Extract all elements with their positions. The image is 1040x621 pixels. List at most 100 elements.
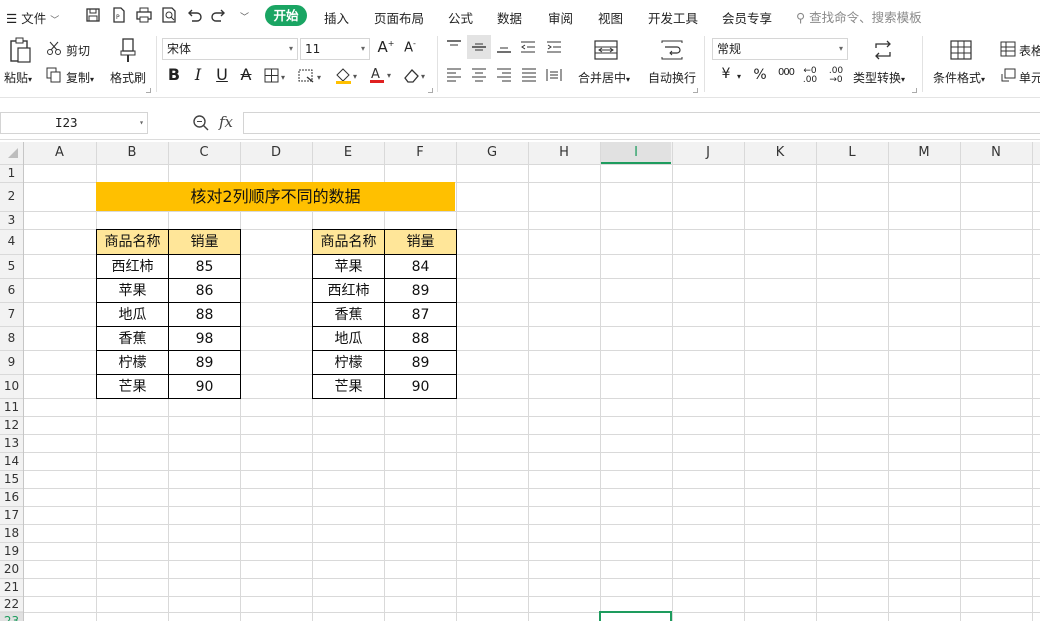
- paste-button[interactable]: 粘贴▾: [4, 69, 32, 86]
- table-cell[interactable]: 柠檬: [96, 350, 169, 375]
- column-header-k[interactable]: K: [744, 142, 816, 164]
- table-cell[interactable]: 香蕉: [96, 326, 169, 351]
- table-cell[interactable]: 86: [168, 278, 241, 303]
- redo-icon[interactable]: [210, 6, 228, 24]
- tab-view[interactable]: 视图: [598, 8, 623, 27]
- font-size-select[interactable]: 11 ▾: [300, 38, 370, 60]
- table-cell[interactable]: 90: [168, 374, 241, 399]
- align-middle-icon[interactable]: [467, 35, 491, 59]
- table-cell[interactable]: 90: [384, 374, 457, 399]
- table-cell[interactable]: 98: [168, 326, 241, 351]
- table-header-cell[interactable]: 商品名称: [312, 229, 385, 255]
- distributed-align-icon[interactable]: [546, 68, 562, 82]
- decrease-indent-icon[interactable]: [520, 40, 536, 54]
- command-search[interactable]: ⚲ 查找命令、搜索模板: [796, 7, 922, 26]
- italic-icon[interactable]: I: [188, 65, 208, 84]
- decrease-decimal-icon[interactable]: .00 →0: [826, 67, 846, 85]
- row-header-5[interactable]: 5: [0, 254, 23, 278]
- merge-center-button[interactable]: 合并居中▾: [578, 69, 630, 86]
- conditional-format-button[interactable]: 条件格式▾: [933, 69, 985, 86]
- row-header-22[interactable]: 22: [0, 596, 23, 612]
- format-painter-icon[interactable]: [117, 37, 139, 63]
- table-cell[interactable]: 88: [384, 326, 457, 351]
- table-cell[interactable]: 89: [384, 278, 457, 303]
- cell-style-icon[interactable]: ▾: [298, 68, 326, 84]
- row-header-8[interactable]: 8: [0, 326, 23, 350]
- row-header-16[interactable]: 16: [0, 488, 23, 506]
- borders-icon[interactable]: ▾: [264, 68, 288, 84]
- align-right-icon[interactable]: [496, 68, 512, 82]
- table-cell[interactable]: 苹果: [96, 278, 169, 303]
- active-cell-selection[interactable]: [599, 611, 672, 621]
- table-cell[interactable]: 苹果: [312, 254, 385, 279]
- tab-home[interactable]: 开始: [265, 5, 307, 26]
- align-bottom-icon[interactable]: [496, 40, 512, 54]
- sheet-title-cell[interactable]: 核对2列顺序不同的数据: [96, 182, 455, 211]
- row-header-12[interactable]: 12: [0, 416, 23, 434]
- table-cell[interactable]: 芒果: [312, 374, 385, 399]
- tab-insert[interactable]: 插入: [324, 8, 349, 27]
- underline-icon[interactable]: U: [212, 65, 232, 84]
- scissors-icon[interactable]: [46, 40, 62, 56]
- tab-developer[interactable]: 开发工具: [648, 8, 698, 27]
- paste-icon[interactable]: [8, 37, 32, 63]
- column-header-h[interactable]: H: [528, 142, 600, 164]
- table-header-cell[interactable]: 商品名称: [96, 229, 169, 255]
- font-name-select[interactable]: 宋体 ▾: [162, 38, 298, 60]
- table-cell[interactable]: 西红柿: [312, 278, 385, 303]
- table-cell[interactable]: 89: [384, 350, 457, 375]
- formula-input[interactable]: [243, 112, 1040, 134]
- tab-review[interactable]: 审阅: [548, 8, 573, 27]
- table-cell[interactable]: 89: [168, 350, 241, 375]
- zoom-search-icon[interactable]: [192, 114, 210, 132]
- clear-format-icon[interactable]: ▾: [402, 67, 430, 85]
- customize-qa-icon[interactable]: ﹀: [240, 10, 249, 23]
- thousands-icon[interactable]: 000: [776, 67, 796, 78]
- column-header-e[interactable]: E: [312, 142, 384, 164]
- table-style-button[interactable]: 表格: [1019, 42, 1040, 59]
- tab-formulas[interactable]: 公式: [448, 8, 473, 27]
- column-header-g[interactable]: G: [456, 142, 528, 164]
- cell-style-format-icon[interactable]: [1000, 68, 1016, 84]
- column-header-a[interactable]: A: [23, 142, 96, 164]
- row-header-11[interactable]: 11: [0, 398, 23, 416]
- table-cell[interactable]: 香蕉: [312, 302, 385, 327]
- table-cell[interactable]: 地瓜: [312, 326, 385, 351]
- table-cell[interactable]: 87: [384, 302, 457, 327]
- table-cell[interactable]: 88: [168, 302, 241, 327]
- shrink-font-icon[interactable]: A-: [400, 39, 420, 55]
- conditional-format-icon[interactable]: [950, 40, 972, 60]
- print-preview-icon[interactable]: [160, 6, 178, 24]
- copy-icon[interactable]: [46, 67, 62, 83]
- save-icon[interactable]: [84, 6, 102, 24]
- export-pdf-icon[interactable]: P: [110, 6, 128, 24]
- row-header-10[interactable]: 10: [0, 374, 23, 398]
- spreadsheet-grid[interactable]: ABCDEFGHIJKLMN 1 2 3 4 5 6 7 8 9 10 11 12 13 14 15 16 17…: [0, 142, 1040, 621]
- row-header-15[interactable]: 15: [0, 470, 23, 488]
- row-header-13[interactable]: 13: [0, 434, 23, 452]
- table-style-icon[interactable]: [1000, 41, 1016, 57]
- undo-icon[interactable]: [185, 6, 203, 24]
- file-menu[interactable]: ☰ 文件 ﹀: [6, 8, 59, 27]
- wrap-text-button[interactable]: 自动换行: [648, 69, 696, 86]
- row-header-23[interactable]: 23: [0, 612, 23, 621]
- function-icon[interactable]: fx: [219, 113, 233, 131]
- bold-icon[interactable]: B: [164, 65, 184, 84]
- currency-icon[interactable]: ¥: [716, 66, 736, 82]
- table-header-cell[interactable]: 销量: [168, 229, 241, 255]
- align-center-icon[interactable]: [471, 68, 487, 82]
- column-header-d[interactable]: D: [240, 142, 312, 164]
- table-cell[interactable]: 西红柿: [96, 254, 169, 279]
- tab-membership[interactable]: 会员专享: [722, 8, 772, 27]
- table-cell[interactable]: 84: [384, 254, 457, 279]
- format-painter-button[interactable]: 格式刷: [110, 69, 146, 86]
- tab-page-layout[interactable]: 页面布局: [374, 8, 424, 27]
- row-header-2[interactable]: 2: [0, 182, 23, 211]
- increase-indent-icon[interactable]: [546, 40, 562, 54]
- fill-color-icon[interactable]: ▾: [334, 67, 362, 85]
- column-header-m[interactable]: M: [888, 142, 960, 164]
- column-header-i[interactable]: I: [600, 142, 672, 164]
- number-format-select[interactable]: 常规 ▾: [712, 38, 848, 60]
- cut-button[interactable]: 剪切: [66, 42, 90, 59]
- row-header-1[interactable]: 1: [0, 164, 23, 182]
